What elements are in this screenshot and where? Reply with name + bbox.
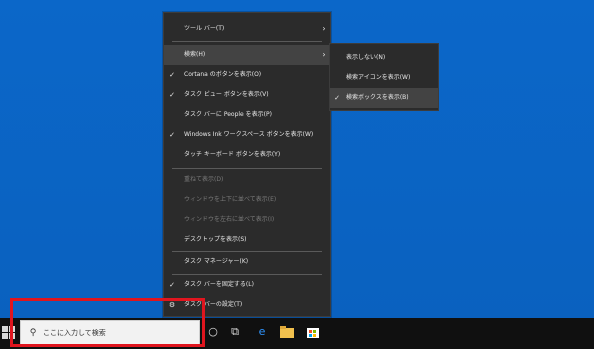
annotation-highlight-frame: [10, 298, 205, 347]
menu-separator: [172, 168, 322, 169]
menu-item-label: タスク バーに People を表示(P): [184, 111, 272, 118]
chevron-right-icon: ›: [322, 24, 326, 33]
submenu-item-label: 検索アイコンを表示(W): [346, 74, 411, 81]
cortana-icon[interactable]: ○: [205, 324, 221, 340]
menu-item-stack: ウィンドウを上下に並べて表示(E): [164, 190, 330, 210]
menu-item-task-manager[interactable]: タスク マネージャー(K): [164, 252, 330, 272]
check-mark: ✓: [334, 94, 340, 102]
menu-item-label: タスク バーを固定する(L): [184, 281, 254, 288]
submenu-item-show-search-box[interactable]: ✓ 検索ボックスを表示(B): [330, 88, 438, 108]
menu-separator: [172, 41, 322, 42]
check-mark: ✓: [169, 131, 175, 139]
menu-item-toolbar[interactable]: ツール バー(T) ›: [164, 19, 330, 39]
menu-item-side-by-side: ウィンドウを左右に並べて表示(I): [164, 210, 330, 230]
search-submenu: 表示しない(N) 検索アイコンを表示(W) ✓ 検索ボックスを表示(B): [329, 43, 439, 111]
check-mark: ✓: [169, 281, 175, 289]
submenu-item-label: 検索ボックスを表示(B): [346, 94, 409, 101]
windows-logo-pane: [2, 333, 8, 339]
menu-item-label: タスク ビュー ボタンを表示(V): [184, 91, 269, 98]
menu-item-label: 検索(H): [184, 51, 206, 58]
store-icon[interactable]: [305, 324, 321, 340]
menu-item-lock-taskbar[interactable]: ✓ タスク バーを固定する(L): [164, 275, 330, 295]
task-view-icon[interactable]: ⧉: [227, 324, 243, 340]
taskbar-context-menu: ツール バー(T) › 検索(H) › ✓ Cortana のボタンを表示(O)…: [163, 12, 331, 317]
menu-item-search[interactable]: 検索(H) ›: [164, 45, 330, 65]
menu-item-cascade: 重ねて表示(D): [164, 170, 330, 190]
menu-item-people[interactable]: タスク バーに People を表示(P): [164, 105, 330, 125]
menu-item-label: ツール バー(T): [184, 25, 225, 32]
check-mark: ✓: [169, 91, 175, 99]
menu-item-label: Cortana のボタンを表示(O): [184, 71, 262, 78]
menu-item-label: タスク マネージャー(K): [184, 258, 249, 265]
menu-item-label: ウィンドウを上下に並べて表示(E): [184, 196, 277, 203]
menu-item-label: ウィンドウを左右に並べて表示(I): [184, 216, 275, 223]
menu-item-cortana-button[interactable]: ✓ Cortana のボタンを表示(O): [164, 65, 330, 85]
menu-item-label: 重ねて表示(D): [184, 176, 224, 183]
menu-item-task-view-button[interactable]: ✓ タスク ビュー ボタンを表示(V): [164, 85, 330, 105]
file-explorer-icon[interactable]: [279, 324, 295, 340]
submenu-item-hidden[interactable]: 表示しない(N): [330, 48, 438, 68]
submenu-item-show-search-icon[interactable]: 検索アイコンを表示(W): [330, 68, 438, 88]
menu-item-touch-keyboard[interactable]: タッチ キーボード ボタンを表示(Y): [164, 145, 330, 165]
windows-logo-pane: [2, 326, 8, 332]
menu-item-windows-ink[interactable]: ✓ Windows Ink ワークスペース ボタンを表示(W): [164, 125, 330, 145]
check-mark: ✓: [169, 71, 175, 79]
menu-item-label: Windows Ink ワークスペース ボタンを表示(W): [184, 131, 314, 138]
menu-item-label: デスクトップを表示(S): [184, 236, 247, 243]
menu-item-show-desktop[interactable]: デスクトップを表示(S): [164, 230, 330, 250]
menu-item-label: タッチ キーボード ボタンを表示(Y): [184, 151, 281, 158]
submenu-item-label: 表示しない(N): [346, 54, 386, 61]
edge-icon[interactable]: e: [254, 324, 270, 340]
